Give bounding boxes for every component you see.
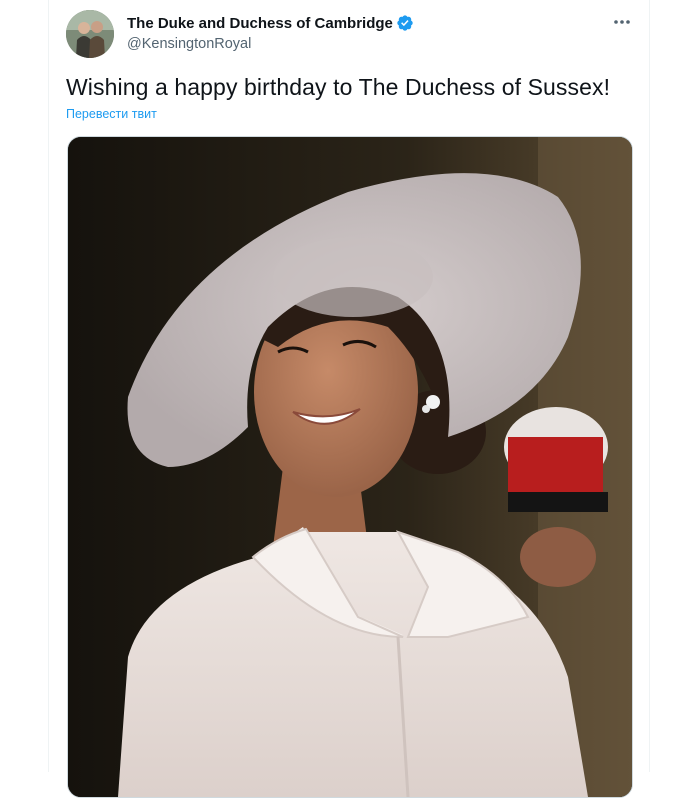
account-name-row[interactable]: The Duke and Duchess of Cambridge bbox=[127, 14, 414, 32]
tweet-photo[interactable] bbox=[67, 136, 633, 798]
avatar[interactable] bbox=[66, 10, 114, 58]
display-name[interactable]: The Duke and Duchess of Cambridge bbox=[127, 15, 393, 32]
tweet-text: Wishing a happy birthday to The Duchess … bbox=[66, 74, 611, 100]
more-options-button[interactable] bbox=[607, 10, 637, 32]
more-options-icon bbox=[613, 12, 631, 30]
account-handle[interactable]: @KensingtonRoyal bbox=[127, 36, 251, 52]
tweet-card[interactable]: The Duke and Duchess of Cambridge @Kensi… bbox=[48, 0, 650, 798]
verified-badge-icon bbox=[396, 14, 414, 32]
translate-tweet-link[interactable]: Перевести твит bbox=[66, 107, 157, 121]
